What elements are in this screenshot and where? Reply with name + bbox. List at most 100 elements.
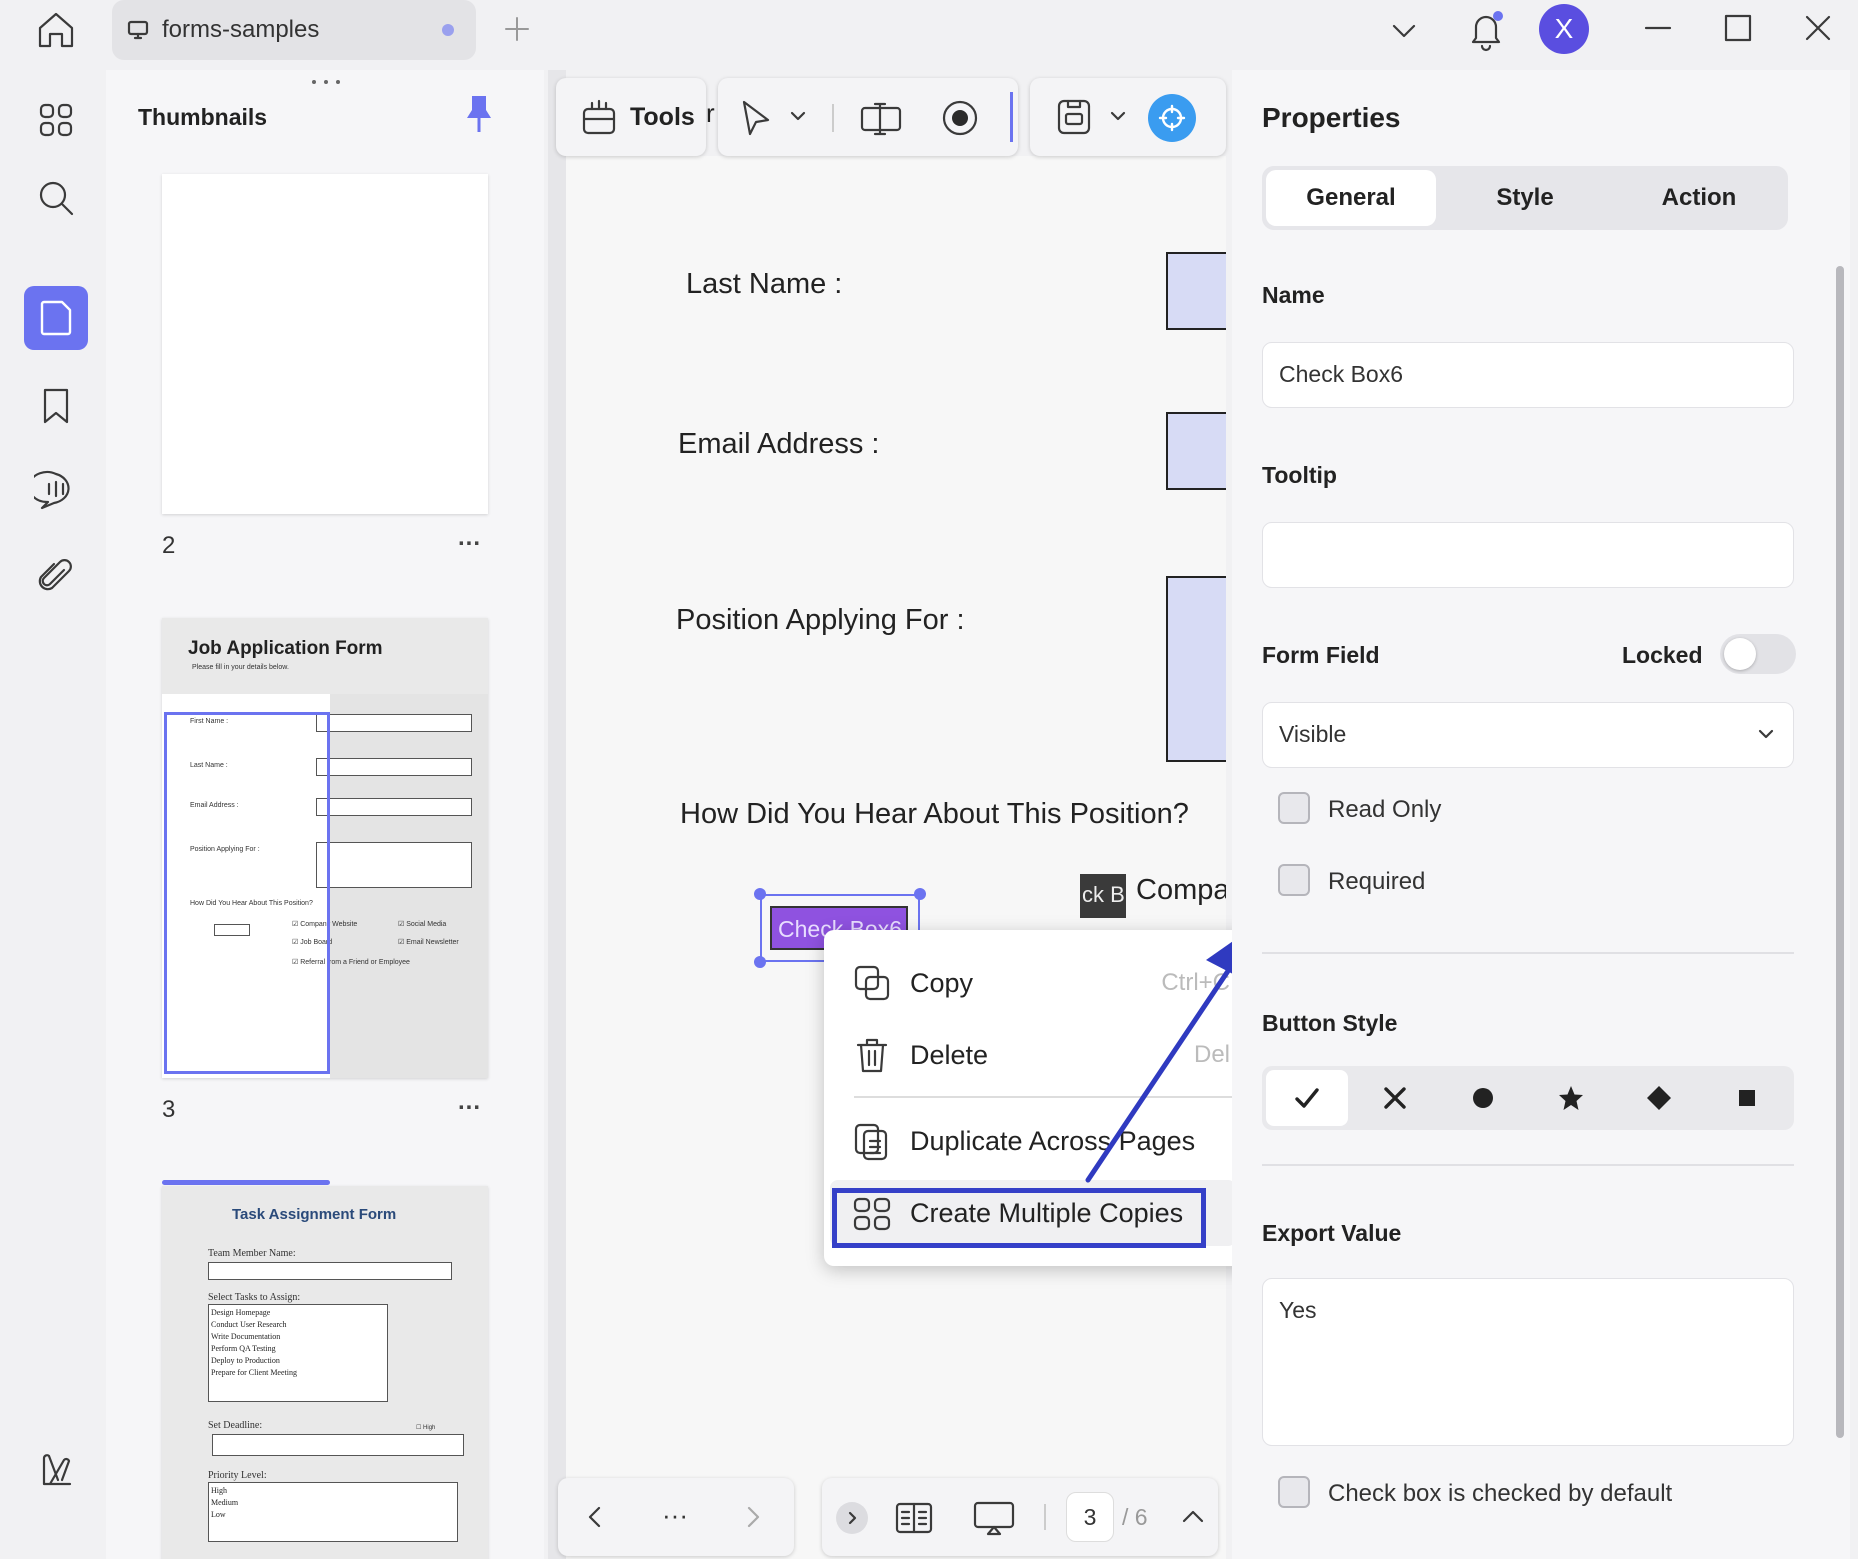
ai-assistant-icon — [1158, 104, 1186, 132]
name-input[interactable]: Check Box6 — [1262, 342, 1794, 408]
rail-apps-button[interactable] — [24, 88, 88, 152]
field-label-position: Position Applying For : — [676, 604, 965, 636]
previous-page-button[interactable] — [580, 1502, 610, 1532]
chevron-left-icon — [588, 1506, 601, 1528]
viewport-indicator[interactable] — [164, 712, 330, 1074]
panel-splitter[interactable] — [548, 70, 566, 1559]
next-page-button[interactable] — [738, 1502, 768, 1532]
export-value-input[interactable]: Yes — [1262, 1278, 1794, 1446]
style-check-button[interactable] — [1266, 1070, 1348, 1126]
minimize-button[interactable] — [1640, 10, 1676, 46]
tooltip-input[interactable] — [1262, 522, 1794, 588]
section-divider — [1262, 1164, 1794, 1166]
default-checked-checkbox[interactable] — [1278, 1476, 1310, 1508]
thumb-task: Deploy to Production — [211, 1356, 280, 1365]
tab-label: General — [1306, 184, 1396, 211]
new-tab-button[interactable] — [500, 12, 534, 46]
save-tool-dropdown[interactable] — [1108, 106, 1128, 126]
thumbnail-page-4[interactable]: Task Assignment Form Team Member Name: S… — [162, 1186, 488, 1559]
square-icon — [1739, 1090, 1755, 1106]
expand-button[interactable] — [836, 1502, 868, 1534]
save-tool-button[interactable] — [1054, 96, 1094, 138]
toggle-knob — [1724, 638, 1756, 670]
text-field-tool-button[interactable] — [858, 98, 906, 138]
check-icon — [1295, 1088, 1319, 1108]
page-more-button[interactable]: ... — [458, 524, 481, 552]
read-only-checkbox[interactable] — [1278, 792, 1310, 824]
thumbnail-page-2[interactable] — [162, 174, 488, 514]
locked-toggle[interactable] — [1720, 634, 1796, 674]
pin-panel-button[interactable] — [464, 94, 494, 134]
style-circle-button[interactable] — [1442, 1070, 1524, 1126]
style-cross-button[interactable] — [1354, 1070, 1436, 1126]
notifications-button[interactable] — [1466, 8, 1506, 52]
thumb-label: Team Member Name: — [208, 1248, 296, 1259]
selection-handle[interactable] — [754, 956, 766, 968]
rail-bookmarks-button[interactable] — [24, 374, 88, 438]
button-style-selector — [1262, 1066, 1794, 1130]
style-square-button[interactable] — [1706, 1070, 1788, 1126]
rail-comments-button[interactable] — [24, 458, 88, 522]
rail-search-button[interactable] — [24, 166, 88, 230]
tabs-dropdown-button[interactable] — [1386, 12, 1422, 48]
rail-layers-button[interactable] — [24, 1438, 88, 1502]
last-name-field[interactable] — [1166, 252, 1226, 330]
tab-label: Style — [1496, 184, 1554, 211]
layers-icon — [42, 1454, 72, 1486]
thumb-task: Write Documentation — [211, 1332, 281, 1341]
home-button[interactable] — [34, 10, 78, 50]
selection-handle[interactable] — [754, 888, 766, 900]
select-tool-dropdown[interactable] — [788, 106, 808, 126]
toolbox-icon — [582, 99, 616, 135]
page-layout-button[interactable] — [894, 1498, 934, 1538]
ai-assistant-button[interactable] — [1148, 94, 1196, 142]
neighbor-checkbox-field[interactable]: ck B — [1080, 874, 1126, 918]
toolbar-active-indicator — [1010, 92, 1013, 142]
presentation-button[interactable] — [972, 1498, 1016, 1538]
tab-style[interactable]: Style — [1440, 170, 1610, 226]
thumbnail-page-3[interactable]: Job Application Form Please fill in your… — [162, 618, 488, 1078]
view-controls-group: 3 / 6 — [822, 1478, 1218, 1556]
style-star-button[interactable] — [1530, 1070, 1612, 1126]
tools-button[interactable]: Tools — [580, 92, 700, 142]
document-tab[interactable]: forms-samples — [112, 0, 476, 60]
more-pages-button[interactable]: ··· — [662, 1500, 688, 1531]
maximize-button[interactable] — [1720, 10, 1756, 46]
thumb-task: Perform QA Testing — [211, 1344, 276, 1353]
required-checkbox[interactable] — [1278, 864, 1310, 896]
bell-icon — [1471, 11, 1503, 52]
diamond-icon — [1647, 1086, 1671, 1110]
select-tool-button[interactable] — [738, 98, 774, 138]
page-more-button[interactable]: ... — [458, 1088, 481, 1116]
collapse-nav-button[interactable] — [1178, 1502, 1208, 1532]
chevron-down-icon — [1758, 729, 1774, 739]
page-nav-group: ··· — [558, 1478, 794, 1556]
tab-action[interactable]: Action — [1614, 170, 1784, 226]
toolbar-separator — [832, 104, 834, 132]
user-avatar[interactable]: X — [1539, 4, 1589, 54]
position-field[interactable] — [1166, 576, 1226, 762]
rail-attachments-button[interactable] — [24, 544, 88, 608]
export-value-label: Export Value — [1262, 1220, 1402, 1246]
thumb-task: Design Homepage — [211, 1308, 271, 1317]
panel-resize-handle[interactable] — [306, 78, 346, 86]
question-label: How Did You Hear About This Position? — [680, 798, 1189, 830]
tools-overflow-text: r — [706, 98, 715, 128]
thumb-box — [212, 1434, 464, 1456]
field-label-last-name: Last Name : — [686, 268, 843, 300]
tab-general[interactable]: General — [1266, 170, 1436, 226]
selection-handle[interactable] — [914, 888, 926, 900]
page-layout-icon — [895, 1502, 933, 1534]
neighbor-field-text: ck B — [1082, 882, 1125, 907]
close-window-button[interactable] — [1800, 10, 1836, 46]
radio-tool-button[interactable] — [940, 98, 980, 138]
save-icon — [1057, 99, 1091, 135]
properties-scrollbar[interactable] — [1836, 266, 1844, 1438]
thumb-priority-list: High Medium Low — [208, 1482, 458, 1542]
page-number-input[interactable]: 3 — [1066, 1492, 1114, 1542]
rail-thumbnails-button[interactable] — [24, 286, 88, 350]
presentation-icon — [973, 1501, 1015, 1536]
style-diamond-button[interactable] — [1618, 1070, 1700, 1126]
visibility-select[interactable]: Visible — [1262, 702, 1794, 768]
email-field[interactable] — [1166, 412, 1226, 490]
